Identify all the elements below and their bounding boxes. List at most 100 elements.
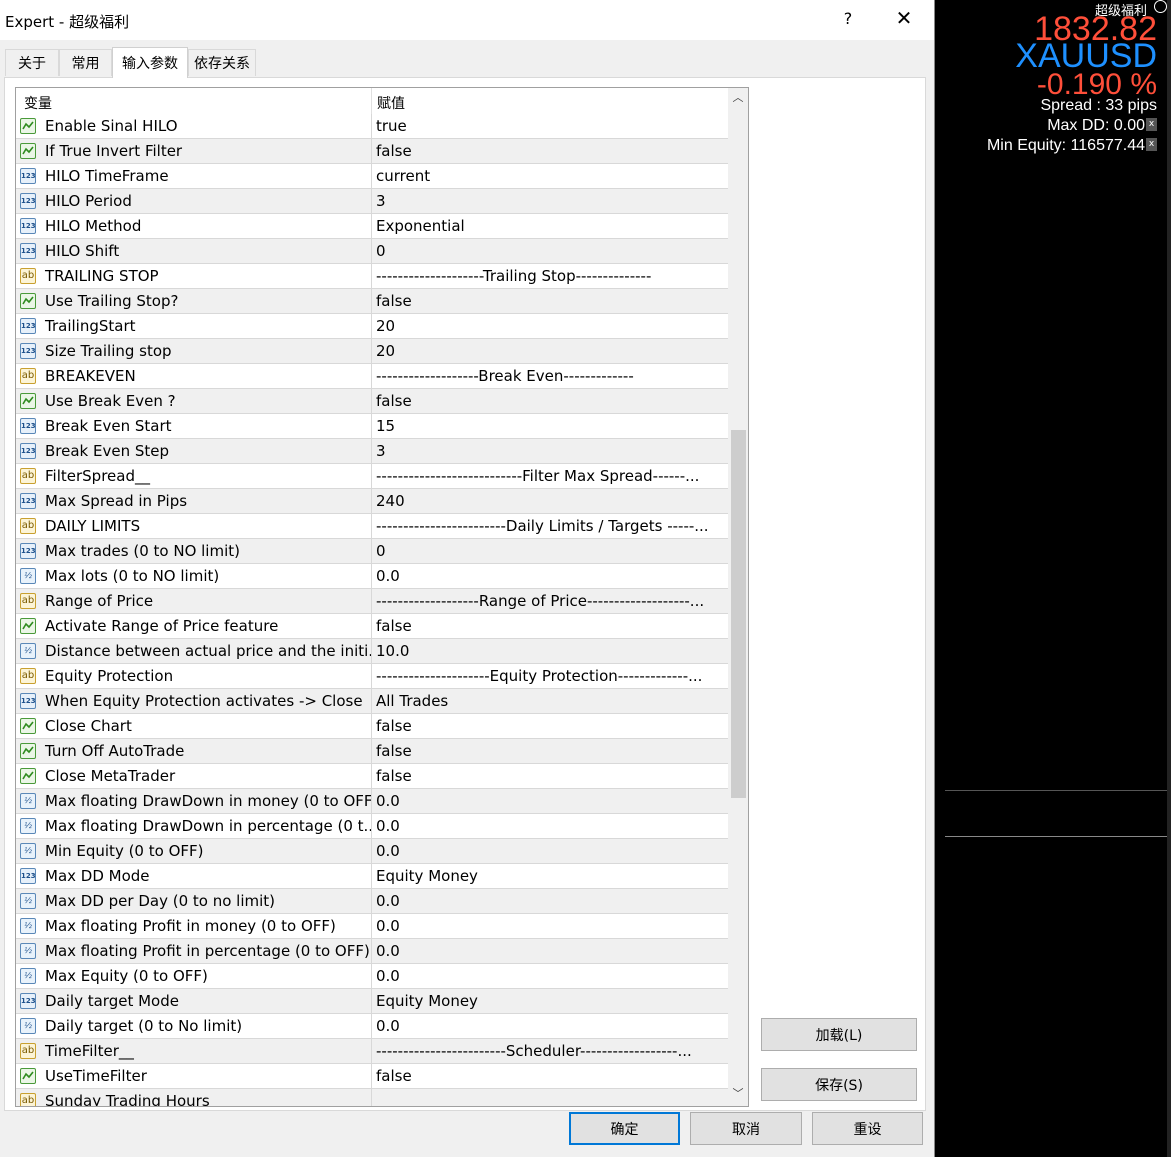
vertical-scrollbar[interactable]: ︿ ﹀ [728, 88, 748, 1106]
param-row[interactable]: 123 Max DD Mode Equity Money [16, 864, 728, 889]
tab-dependencies[interactable]: 依存关系 [188, 49, 256, 76]
param-variable-cell[interactable]: ab Equity Protection [16, 664, 371, 688]
param-value[interactable]: 0.0 [376, 967, 724, 985]
param-value[interactable]: false [376, 392, 724, 410]
param-value[interactable]: 20 [376, 317, 724, 335]
param-value[interactable]: 0.0 [376, 842, 724, 860]
param-row[interactable]: 123 Break Even Start 15 [16, 414, 728, 439]
param-row[interactable]: ab BREAKEVEN -------------------Break Even… [16, 364, 728, 389]
param-value[interactable]: 240 [376, 492, 724, 510]
param-row[interactable]: Enable Sinal HILO true [16, 114, 728, 139]
param-row[interactable]: Use Break Even ? false [16, 389, 728, 414]
param-row[interactable]: ½ Max lots (0 to NO limit) 0.0 [16, 564, 728, 589]
param-value[interactable]: ---------------------------Filter Max Sp… [376, 467, 724, 485]
param-variable-cell[interactable]: ½ Max lots (0 to NO limit) [16, 564, 371, 588]
param-row[interactable]: ab Equity Protection ---------------------… [16, 664, 728, 689]
param-row[interactable]: ½ Max floating DrawDown in money (0 to OF… [16, 789, 728, 814]
param-variable-cell[interactable]: ½ Min Equity (0 to OFF) [16, 839, 371, 863]
param-value[interactable]: 0 [376, 542, 724, 560]
param-value[interactable]: Exponential [376, 217, 724, 235]
scroll-up-icon[interactable]: ︿ [728, 88, 748, 108]
param-value[interactable]: -------------------Break Even-----------… [376, 367, 724, 385]
param-value[interactable]: 0.0 [376, 792, 724, 810]
param-variable-cell[interactable]: ab FilterSpread__ [16, 464, 371, 488]
param-value[interactable]: false [376, 292, 724, 310]
param-row[interactable]: ½ Max floating Profit in money (0 to OFF)… [16, 914, 728, 939]
param-value[interactable]: 20 [376, 342, 724, 360]
param-value[interactable]: ------------------------Daily Limits / T… [376, 517, 724, 535]
param-variable-cell[interactable]: ½ Max floating Profit in percentage (0 to… [16, 939, 371, 963]
param-value[interactable]: 0.0 [376, 817, 724, 835]
param-variable-cell[interactable]: ½ Daily target (0 to No limit) [16, 1014, 371, 1038]
param-variable-cell[interactable]: 123 When Equity Protection activates -> C… [16, 689, 371, 713]
scroll-thumb[interactable] [731, 430, 746, 798]
save-button[interactable]: 保存(S) [761, 1068, 917, 1101]
param-value[interactable]: 0.0 [376, 942, 724, 960]
param-variable-cell[interactable]: Activate Range of Price feature [16, 614, 371, 638]
param-row[interactable]: ½ Max DD per Day (0 to no limit) 0.0 [16, 889, 728, 914]
param-variable-cell[interactable]: ab BREAKEVEN [16, 364, 371, 388]
param-row[interactable]: Close Chart false [16, 714, 728, 739]
param-variable-cell[interactable]: ½ Max floating DrawDown in percentage (0 … [16, 814, 371, 838]
param-variable-cell[interactable]: If True Invert Filter [16, 139, 371, 163]
param-variable-cell[interactable]: ½ Max floating DrawDown in money (0 to OF… [16, 789, 371, 813]
param-value[interactable]: false [376, 767, 724, 785]
param-row[interactable]: ab DAILY LIMITS ------------------------Da… [16, 514, 728, 539]
param-row[interactable]: ab Sunday Trading Hours [16, 1089, 728, 1106]
param-value[interactable]: 3 [376, 442, 724, 460]
param-row[interactable]: ab Range of Price -------------------Range… [16, 589, 728, 614]
cancel-button[interactable]: 取消 [690, 1112, 802, 1145]
tab-about[interactable]: 关于 [5, 49, 59, 76]
param-variable-cell[interactable]: Enable Sinal HILO [16, 114, 371, 138]
param-variable-cell[interactable]: ½ Max DD per Day (0 to no limit) [16, 889, 371, 913]
param-value[interactable]: 0.0 [376, 1017, 724, 1035]
param-row[interactable]: If True Invert Filter false [16, 139, 728, 164]
param-row[interactable]: 123 Max Spread in Pips 240 [16, 489, 728, 514]
param-row[interactable]: ab TRAILING STOP --------------------Trail… [16, 264, 728, 289]
tab-inputs[interactable]: 输入参数 [112, 47, 188, 78]
param-variable-cell[interactable]: Use Break Even ? [16, 389, 371, 413]
param-value[interactable]: 0.0 [376, 567, 724, 585]
param-variable-cell[interactable]: ½ Max Equity (0 to OFF) [16, 964, 371, 988]
param-variable-cell[interactable]: ab TimeFilter__ [16, 1039, 371, 1063]
param-variable-cell[interactable]: ab Range of Price [16, 589, 371, 613]
param-value[interactable]: false [376, 1067, 724, 1085]
param-row[interactable]: Turn Off AutoTrade false [16, 739, 728, 764]
param-variable-cell[interactable]: Close MetaTrader [16, 764, 371, 788]
param-value[interactable]: Equity Money [376, 992, 724, 1010]
param-variable-cell[interactable]: 123 HILO TimeFrame [16, 164, 371, 188]
ok-button[interactable]: 确定 [569, 1112, 680, 1145]
param-row[interactable]: ½ Max Equity (0 to OFF) 0.0 [16, 964, 728, 989]
param-value[interactable]: 0.0 [376, 892, 724, 910]
param-variable-cell[interactable]: 123 HILO Period [16, 189, 371, 213]
param-value[interactable]: Equity Money [376, 867, 724, 885]
param-variable-cell[interactable]: 123 Daily target Mode [16, 989, 371, 1013]
param-variable-cell[interactable]: Use Trailing Stop? [16, 289, 371, 313]
param-variable-cell[interactable]: UseTimeFilter [16, 1064, 371, 1088]
param-variable-cell[interactable]: 123 HILO Method [16, 214, 371, 238]
param-row[interactable]: 123 Daily target Mode Equity Money [16, 989, 728, 1014]
param-value[interactable]: 3 [376, 192, 724, 210]
param-row[interactable]: ½ Max floating Profit in percentage (0 to… [16, 939, 728, 964]
param-row[interactable]: ½ Distance between actual price and the i… [16, 639, 728, 664]
param-value[interactable]: true [376, 117, 724, 135]
param-variable-cell[interactable]: 123 HILO Shift [16, 239, 371, 263]
close-button[interactable]: ✕ [892, 6, 916, 30]
param-value[interactable]: ------------------------Scheduler-------… [376, 1042, 724, 1060]
param-value[interactable]: All Trades [376, 692, 724, 710]
param-value[interactable]: false [376, 617, 724, 635]
load-button[interactable]: 加载(L) [761, 1018, 917, 1051]
param-value[interactable]: --------------------Trailing Stop-------… [376, 267, 724, 285]
param-variable-cell[interactable]: 123 Max DD Mode [16, 864, 371, 888]
param-value[interactable]: 15 [376, 417, 724, 435]
param-row[interactable]: ab TimeFilter__ ------------------------Sc… [16, 1039, 728, 1064]
param-variable-cell[interactable]: ½ Max floating Profit in money (0 to OFF) [16, 914, 371, 938]
scroll-down-icon[interactable]: ﹀ [728, 1084, 748, 1104]
param-row[interactable]: ab FilterSpread__ ------------------------… [16, 464, 728, 489]
param-value[interactable]: false [376, 742, 724, 760]
param-row[interactable]: 123 TrailingStart 20 [16, 314, 728, 339]
param-value[interactable]: 10.0 [376, 642, 724, 660]
param-row[interactable]: ½ Max floating DrawDown in percentage (0 … [16, 814, 728, 839]
param-row[interactable]: UseTimeFilter false [16, 1064, 728, 1089]
param-variable-cell[interactable]: Turn Off AutoTrade [16, 739, 371, 763]
